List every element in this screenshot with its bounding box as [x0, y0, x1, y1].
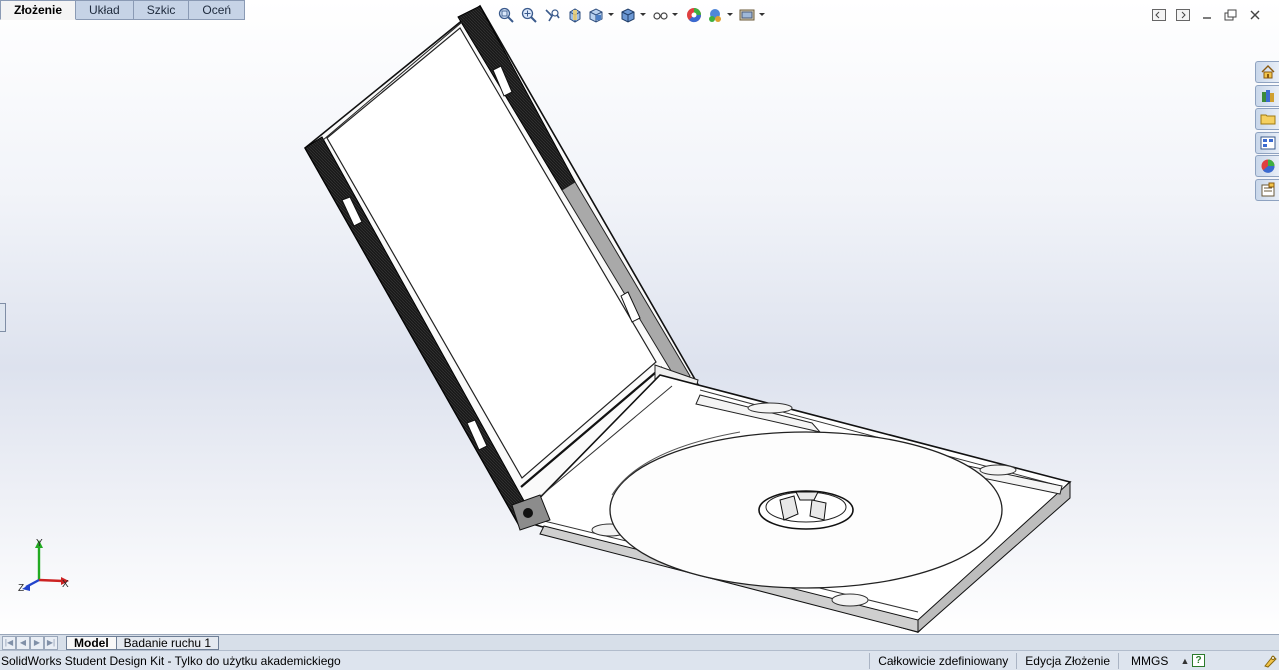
display-style-icon[interactable] [620, 5, 648, 24]
heads-up-view-toolbar [496, 5, 767, 24]
view-settings-icon[interactable] [739, 5, 767, 24]
previous-view-icon[interactable] [542, 5, 561, 24]
view-orientation-icon[interactable] [588, 5, 616, 24]
document-window-controls [1151, 7, 1263, 23]
help-icon[interactable]: ? [1192, 654, 1205, 667]
tab-layout[interactable]: Układ [76, 0, 134, 20]
custom-properties-icon[interactable] [1255, 178, 1279, 201]
close-icon[interactable] [1247, 7, 1263, 23]
triad-x-label: X [62, 579, 69, 590]
command-manager-tabs: Złożenie Układ Szkic Oceń [0, 0, 246, 20]
status-message: SolidWorks Student Design Kit - Tylko do… [1, 653, 341, 668]
zoom-to-area-icon[interactable] [519, 5, 538, 24]
cd-case-model[interactable] [0, 0, 1279, 634]
tab-sketch[interactable]: Szkic [133, 0, 190, 20]
last-tab-arrow[interactable]: ▶| [44, 635, 58, 650]
units-caret-icon[interactable]: ▲ [1178, 656, 1192, 666]
triad-z-label: Z [18, 583, 24, 594]
units-selector[interactable]: MMGS [1118, 652, 1178, 669]
apply-scene-icon[interactable] [707, 5, 735, 24]
feature-manager-handle[interactable] [0, 303, 6, 332]
next-tab-arrow[interactable]: ▶ [30, 635, 44, 650]
zoom-to-fit-icon[interactable] [496, 5, 515, 24]
design-library-icon[interactable] [1255, 84, 1279, 107]
hide-show-items-icon[interactable] [652, 5, 680, 24]
first-tab-arrow[interactable]: |◀ [2, 635, 16, 650]
tab-assembly[interactable]: Złożenie [0, 0, 77, 20]
definition-state: Całkowicie zdefiniowany [869, 652, 1016, 669]
edit-appearance-icon[interactable] [684, 5, 703, 24]
tab-model[interactable]: Model [66, 635, 117, 650]
triad-y-label: Y [36, 538, 43, 549]
rebuild-note-icon[interactable] [1263, 654, 1277, 668]
model-tabs-bar: |◀ ◀ ▶ ▶| Model Badanie ruchu 1 [0, 634, 1279, 650]
tile-left-icon[interactable] [1151, 7, 1167, 23]
view-palette-icon[interactable] [1255, 131, 1279, 154]
appearances-icon[interactable] [1255, 155, 1279, 178]
file-explorer-icon[interactable] [1255, 108, 1279, 131]
home-icon[interactable] [1255, 61, 1279, 83]
prev-tab-arrow[interactable]: ◀ [16, 635, 30, 650]
graphics-area[interactable]: Złożenie Układ Szkic Oceń Y X Z [0, 0, 1279, 634]
tab-evaluate[interactable]: Oceń [189, 0, 246, 20]
task-pane-tabs [1255, 61, 1279, 203]
minimize-icon[interactable] [1199, 7, 1215, 23]
edit-state: Edycja Złożenie [1016, 652, 1118, 669]
tab-motion-study[interactable]: Badanie ruchu 1 [116, 635, 220, 650]
restore-icon[interactable] [1223, 7, 1239, 23]
section-view-icon[interactable] [565, 5, 584, 24]
tab-scroll-arrows: |◀ ◀ ▶ ▶| [2, 635, 58, 650]
tile-right-icon[interactable] [1175, 7, 1191, 23]
status-bar: SolidWorks Student Design Kit - Tylko do… [0, 650, 1279, 670]
reference-triad: Y X Z [12, 536, 74, 597]
